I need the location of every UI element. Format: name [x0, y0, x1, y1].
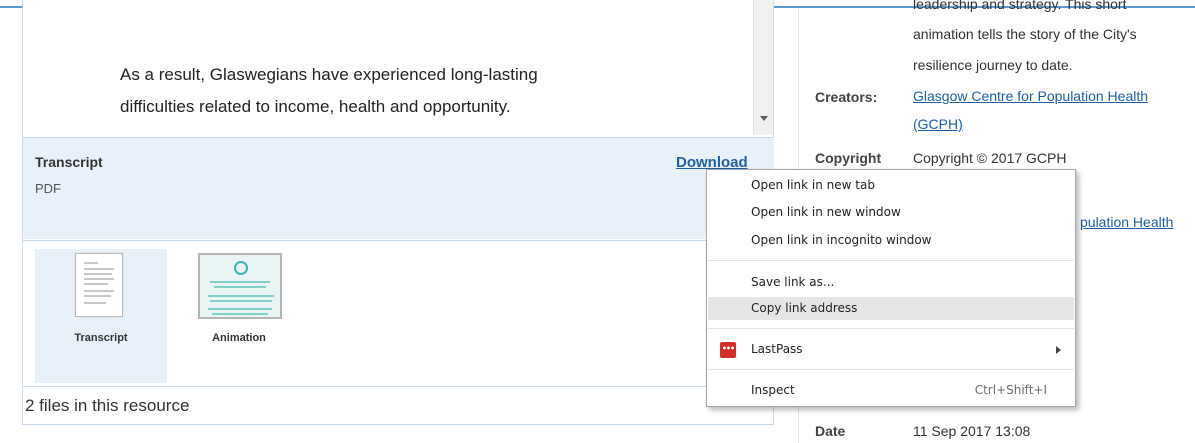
description-line-1: leadership and strategy. This short — [913, 0, 1127, 12]
menu-item-lastpass-label: LastPass — [751, 342, 803, 356]
files-strip: Transcript Animation — [23, 240, 774, 385]
preview-scrollbar[interactable] — [753, 0, 773, 135]
description-line-3: resilience journey to date. — [913, 57, 1073, 73]
transcript-section: Transcript PDF Download — [23, 137, 774, 239]
owner-link[interactable]: pulation Health — [1080, 208, 1173, 236]
resource-panel: As a result, Glaswegians have experience… — [22, 0, 774, 425]
date-value: 11 Sep 2017 13:08 — [913, 423, 1031, 439]
creators-label: Creators: — [815, 89, 878, 105]
logo-ring-icon — [234, 261, 248, 275]
submenu-arrow-icon — [1056, 346, 1061, 354]
transcript-title: Transcript — [35, 154, 103, 170]
menu-item-open-new-tab[interactable]: Open link in new tab — [708, 174, 1074, 197]
description-line-2: animation tells the story of the City's — [913, 26, 1137, 42]
scroll-down-arrow-icon[interactable] — [760, 116, 768, 121]
transcript-preview: As a result, Glaswegians have experience… — [23, 0, 753, 135]
menu-item-inspect-label: Inspect — [751, 383, 795, 397]
creators-link[interactable]: Glasgow Centre for Population Health (GC… — [913, 82, 1148, 138]
creators-link-line-2[interactable]: (GCPH) — [913, 116, 963, 132]
inspect-shortcut: Ctrl+Shift+I — [974, 383, 1047, 397]
file-tile-transcript[interactable]: Transcript — [35, 249, 167, 383]
files-count: 2 files in this resource — [23, 386, 774, 424]
animation-thumbnail — [198, 253, 282, 319]
menu-separator — [708, 260, 1074, 261]
context-menu: Open link in new tab Open link in new wi… — [706, 169, 1076, 407]
file-label-transcript: Transcript — [74, 332, 128, 344]
menu-item-copy-link-address[interactable]: Copy link address — [708, 297, 1074, 320]
preview-line-2: difficulties related to income, health a… — [120, 97, 511, 116]
date-label: Date — [815, 423, 846, 439]
file-tile-animation[interactable]: Animation — [173, 249, 305, 383]
copyright-label: Copyright — [815, 150, 882, 166]
file-label-animation: Animation — [212, 332, 266, 344]
copyright-value: Copyright © 2017 GCPH — [913, 150, 1067, 166]
menu-separator — [708, 328, 1074, 329]
transcript-format: PDF — [35, 181, 61, 196]
menu-item-open-incognito[interactable]: Open link in incognito window — [708, 229, 1074, 252]
menu-item-save-link-as[interactable]: Save link as... — [708, 271, 1074, 294]
menu-item-inspect[interactable]: Inspect Ctrl+Shift+I — [708, 379, 1074, 402]
document-thumbnail — [75, 253, 123, 317]
lastpass-icon: ••• — [720, 342, 736, 358]
preview-line-1: As a result, Glaswegians have experience… — [120, 65, 538, 84]
menu-item-lastpass[interactable]: ••• LastPass — [708, 338, 1074, 361]
preview-text: As a result, Glaswegians have experience… — [120, 59, 720, 123]
menu-item-open-new-window[interactable]: Open link in new window — [708, 201, 1074, 224]
creators-link-line-1[interactable]: Glasgow Centre for Population Health — [913, 88, 1148, 104]
menu-separator — [708, 369, 1074, 370]
